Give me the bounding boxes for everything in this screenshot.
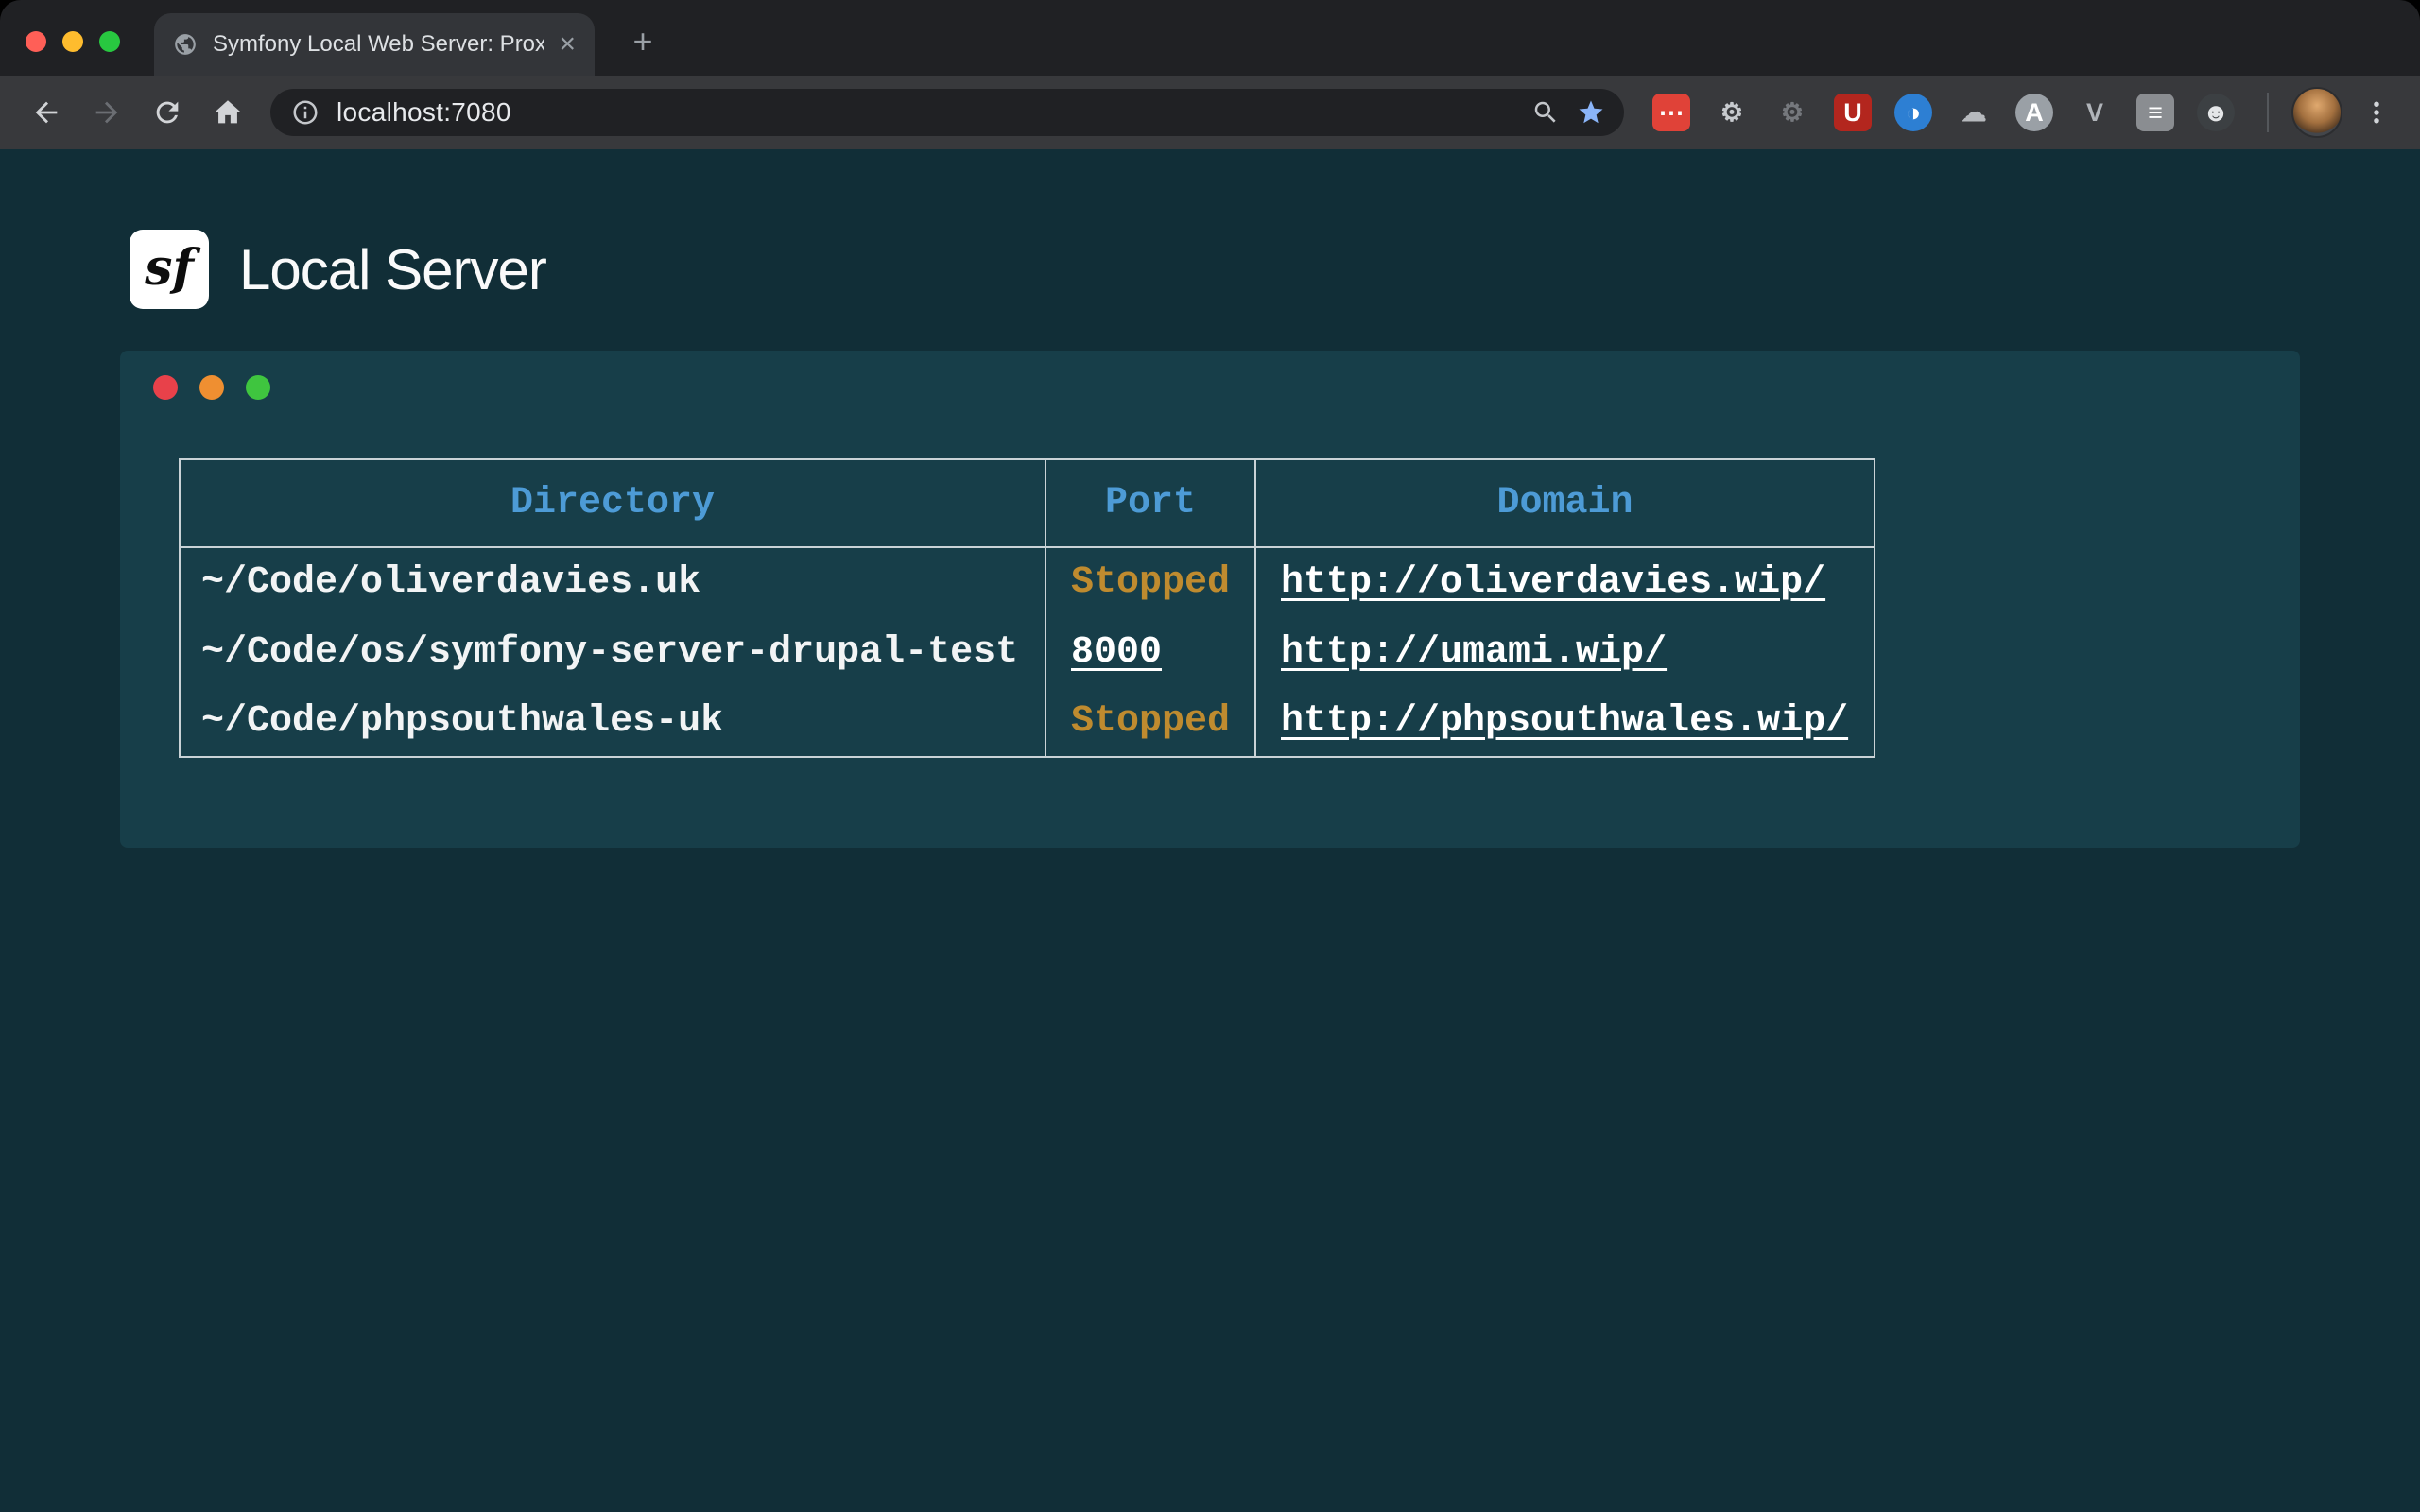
equalizer-extension-icon[interactable]: ≡	[2136, 94, 2174, 131]
symfony-logo: sf	[130, 230, 209, 309]
red-dots-extension-icon[interactable]: ⋯	[1652, 94, 1690, 131]
kebab-menu-icon	[2362, 98, 2391, 127]
domain-link[interactable]: http://phpsouthwales.wip/	[1281, 700, 1848, 743]
table-row: ~/Code/os/symfony-server-drupal-test 800…	[180, 617, 1875, 687]
tab-close-icon[interactable]: ×	[559, 30, 576, 59]
directory-cell: ~/Code/phpsouthwales-uk	[180, 687, 1046, 757]
table-row: ~/Code/oliverdavies.uk Stopped http://ol…	[180, 547, 1875, 617]
terminal-dots	[120, 351, 2300, 400]
gear-extension-icon[interactable]: ⚙	[1713, 94, 1751, 131]
tab-title: Symfony Local Web Server: Prox	[213, 31, 544, 58]
forward-button[interactable]	[83, 89, 130, 136]
octocat-extension-icon[interactable]: ☻	[2197, 94, 2235, 131]
server-card: Directory Port Domain ~/Code/oliverdavie…	[120, 351, 2300, 848]
browser-tab[interactable]: Symfony Local Web Server: Prox ×	[154, 13, 595, 76]
zoom-icon[interactable]	[1531, 98, 1560, 127]
port-status: Stopped	[1071, 700, 1230, 743]
port-link[interactable]: 8000	[1071, 631, 1162, 674]
servers-table: Directory Port Domain ~/Code/oliverdavie…	[179, 458, 1876, 758]
directory-cell: ~/Code/os/symfony-server-drupal-test	[180, 617, 1046, 687]
url-text[interactable]: localhost:7080	[337, 97, 1514, 128]
window-controls	[26, 31, 120, 52]
window-zoom-button[interactable]	[99, 31, 120, 52]
extensions-area: ⋯ ⚙ ⚙ U ◑ ☁ AV ≡ ☻	[1643, 94, 2244, 131]
browser-toolbar: localhost:7080 ⋯ ⚙ ⚙ U ◑ ☁ AV ≡ ☻	[0, 76, 2420, 149]
column-header-directory: Directory	[180, 459, 1046, 547]
table-header-row: Directory Port Domain	[180, 459, 1875, 547]
page-title: Local Server	[239, 237, 546, 302]
column-header-domain: Domain	[1255, 459, 1875, 547]
globe-favicon-icon	[173, 32, 198, 57]
symfony-logo-text: sf	[145, 239, 194, 297]
cloud-extension-icon[interactable]: ☁	[1955, 94, 1993, 131]
toolbar-separator	[2267, 93, 2269, 132]
page-header: sf Local Server	[0, 149, 2420, 309]
domain-link[interactable]: http://oliverdavies.wip/	[1281, 561, 1825, 604]
bookmark-star-icon[interactable]	[1577, 98, 1605, 127]
green-dot-icon	[246, 375, 270, 400]
domain-link[interactable]: http://umami.wip/	[1281, 631, 1667, 674]
browser-window: Symfony Local Web Server: Prox × + local…	[0, 0, 2420, 1512]
red-dot-icon	[153, 375, 178, 400]
window-minimize-button[interactable]	[62, 31, 83, 52]
address-bar[interactable]: localhost:7080	[270, 89, 1624, 136]
dark-gear-extension-icon[interactable]: ⚙	[1773, 94, 1811, 131]
port-status: Stopped	[1071, 561, 1230, 604]
column-header-port: Port	[1046, 459, 1255, 547]
page-content: sf Local Server Directory Port Domain	[0, 149, 2420, 1512]
home-button[interactable]	[204, 89, 251, 136]
browser-menu-button[interactable]	[2356, 92, 2397, 133]
letter-v-extension-icon[interactable]: V	[2076, 94, 2114, 131]
directory-cell: ~/Code/oliverdavies.uk	[180, 547, 1046, 617]
letter-a-extension-icon[interactable]: A	[2015, 94, 2053, 131]
info-icon[interactable]	[291, 98, 320, 127]
window-close-button[interactable]	[26, 31, 46, 52]
orange-dot-icon	[199, 375, 224, 400]
blue-circle-extension-icon[interactable]: ◑	[1894, 94, 1932, 131]
profile-avatar[interactable]	[2291, 87, 2342, 138]
tab-strip: Symfony Local Web Server: Prox × +	[0, 0, 2420, 76]
reload-button[interactable]	[144, 89, 191, 136]
new-tab-button[interactable]: +	[624, 23, 662, 60]
back-button[interactable]	[23, 89, 70, 136]
table-row: ~/Code/phpsouthwales-uk Stopped http://p…	[180, 687, 1875, 757]
ublock-extension-icon[interactable]: U	[1834, 94, 1872, 131]
